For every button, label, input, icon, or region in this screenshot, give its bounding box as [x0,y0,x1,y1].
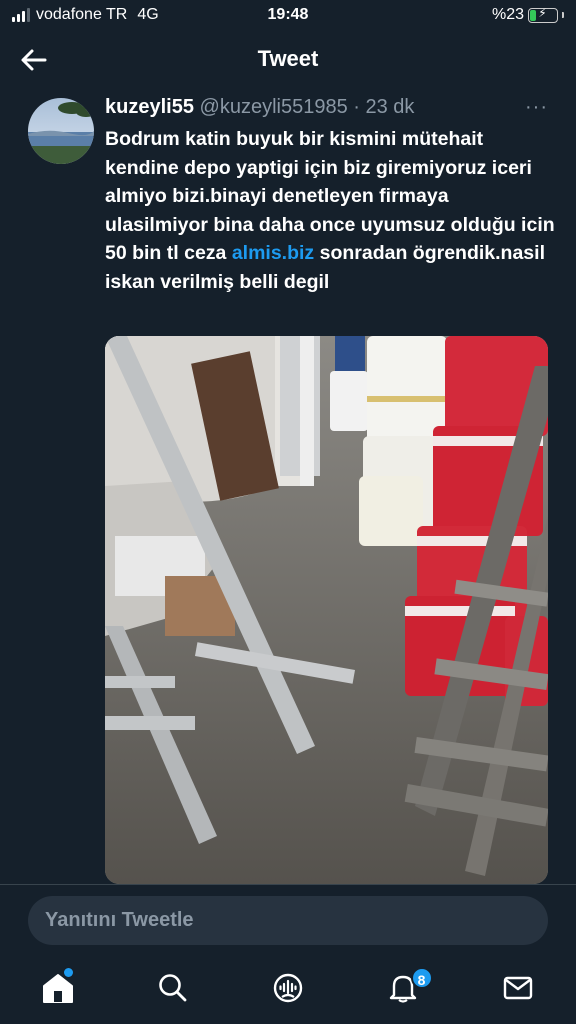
tab-notifications[interactable]: 8 [346,960,461,1020]
reply-bar: Yanıtını Tweetle [0,884,576,960]
separator-dot: · [353,96,360,118]
battery-percent: %23 [491,6,524,23]
handle[interactable]: @kuzeyli551985 [200,96,348,118]
spaces-icon [273,973,303,1003]
photo-storage-room [105,336,548,884]
tweet-link[interactable]: almis.biz [232,242,314,264]
avatar[interactable] [28,98,94,164]
tab-home[interactable] [0,960,115,1020]
tweet-time: 23 dk [365,96,415,118]
tweet-header: kuzeyli55 @kuzeyli551985 · 23 dk [105,96,414,119]
battery-tip [562,12,564,18]
more-options-button[interactable]: ··· [525,96,548,119]
tweet-media-image[interactable] [105,336,548,884]
envelope-icon [504,976,533,1000]
avatar-image [28,98,94,164]
status-right: %23 ⚡ [492,6,564,24]
notification-badge: 8 [410,967,433,989]
display-name[interactable]: kuzeyli55 [105,96,194,118]
home-new-dot [64,968,73,977]
status-bar: vodafone TR 4G 19:48 %23 ⚡ [0,0,576,32]
tab-spaces[interactable] [230,960,345,1020]
battery-icon: ⚡ [528,5,558,23]
bottom-tab-bar: 8 [0,960,576,1024]
header: Tweet [0,36,576,84]
tab-search[interactable] [115,960,230,1020]
clock: 19:48 [267,6,309,23]
reply-input[interactable]: Yanıtını Tweetle [28,896,548,945]
page-title: Tweet [257,46,319,71]
tweet-text: Bodrum katin buyuk bir kismini mütehait … [105,125,555,296]
search-icon [158,974,187,1002]
tab-messages[interactable] [461,960,576,1020]
charging-bolt-icon: ⚡ [538,5,547,20]
